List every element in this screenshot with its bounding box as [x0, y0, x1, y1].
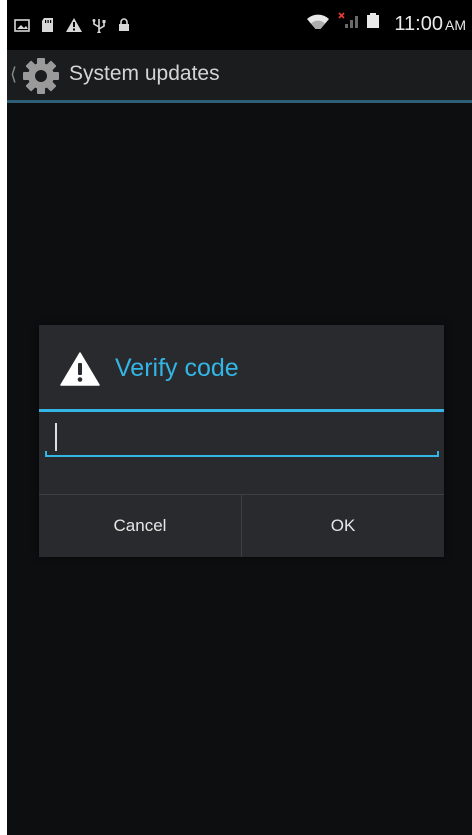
cancel-button[interactable]: Cancel [39, 495, 241, 557]
signal-no-sim-icon [338, 12, 358, 28]
dialog-title-divider [39, 409, 444, 412]
input-underline [45, 455, 439, 457]
clock: 11:00 AM [394, 13, 466, 36]
lock-icon [119, 18, 129, 31]
page-title: System updates [69, 62, 220, 85]
picture-icon [14, 19, 30, 32]
screen: 11:00 AM ⟨ System updates Verify code Ca… [7, 0, 472, 835]
sd-card-icon [42, 18, 53, 32]
ok-button-label: OK [330, 516, 356, 535]
settings-gear-icon[interactable] [21, 56, 61, 96]
status-bar: 11:00 AM [7, 0, 472, 50]
verify-code-input[interactable] [46, 419, 438, 455]
battery-icon [367, 13, 379, 28]
text-cursor [55, 423, 57, 451]
usb-icon [92, 19, 106, 33]
warning-icon [60, 352, 100, 386]
dialog-title-row: Verify code [39, 325, 444, 409]
clock-ampm: AM [445, 17, 466, 33]
ok-button[interactable]: OK [242, 495, 444, 557]
verify-code-dialog: Verify code Cancel OK [39, 325, 444, 557]
dialog-title: Verify code [115, 354, 239, 382]
alert-icon [66, 18, 82, 32]
action-bar-divider [7, 100, 472, 103]
clock-time: 11:00 [394, 13, 443, 35]
up-caret-icon[interactable]: ⟨ [10, 64, 17, 85]
wifi-icon [307, 14, 329, 29]
cancel-button-label: Cancel [113, 516, 167, 535]
